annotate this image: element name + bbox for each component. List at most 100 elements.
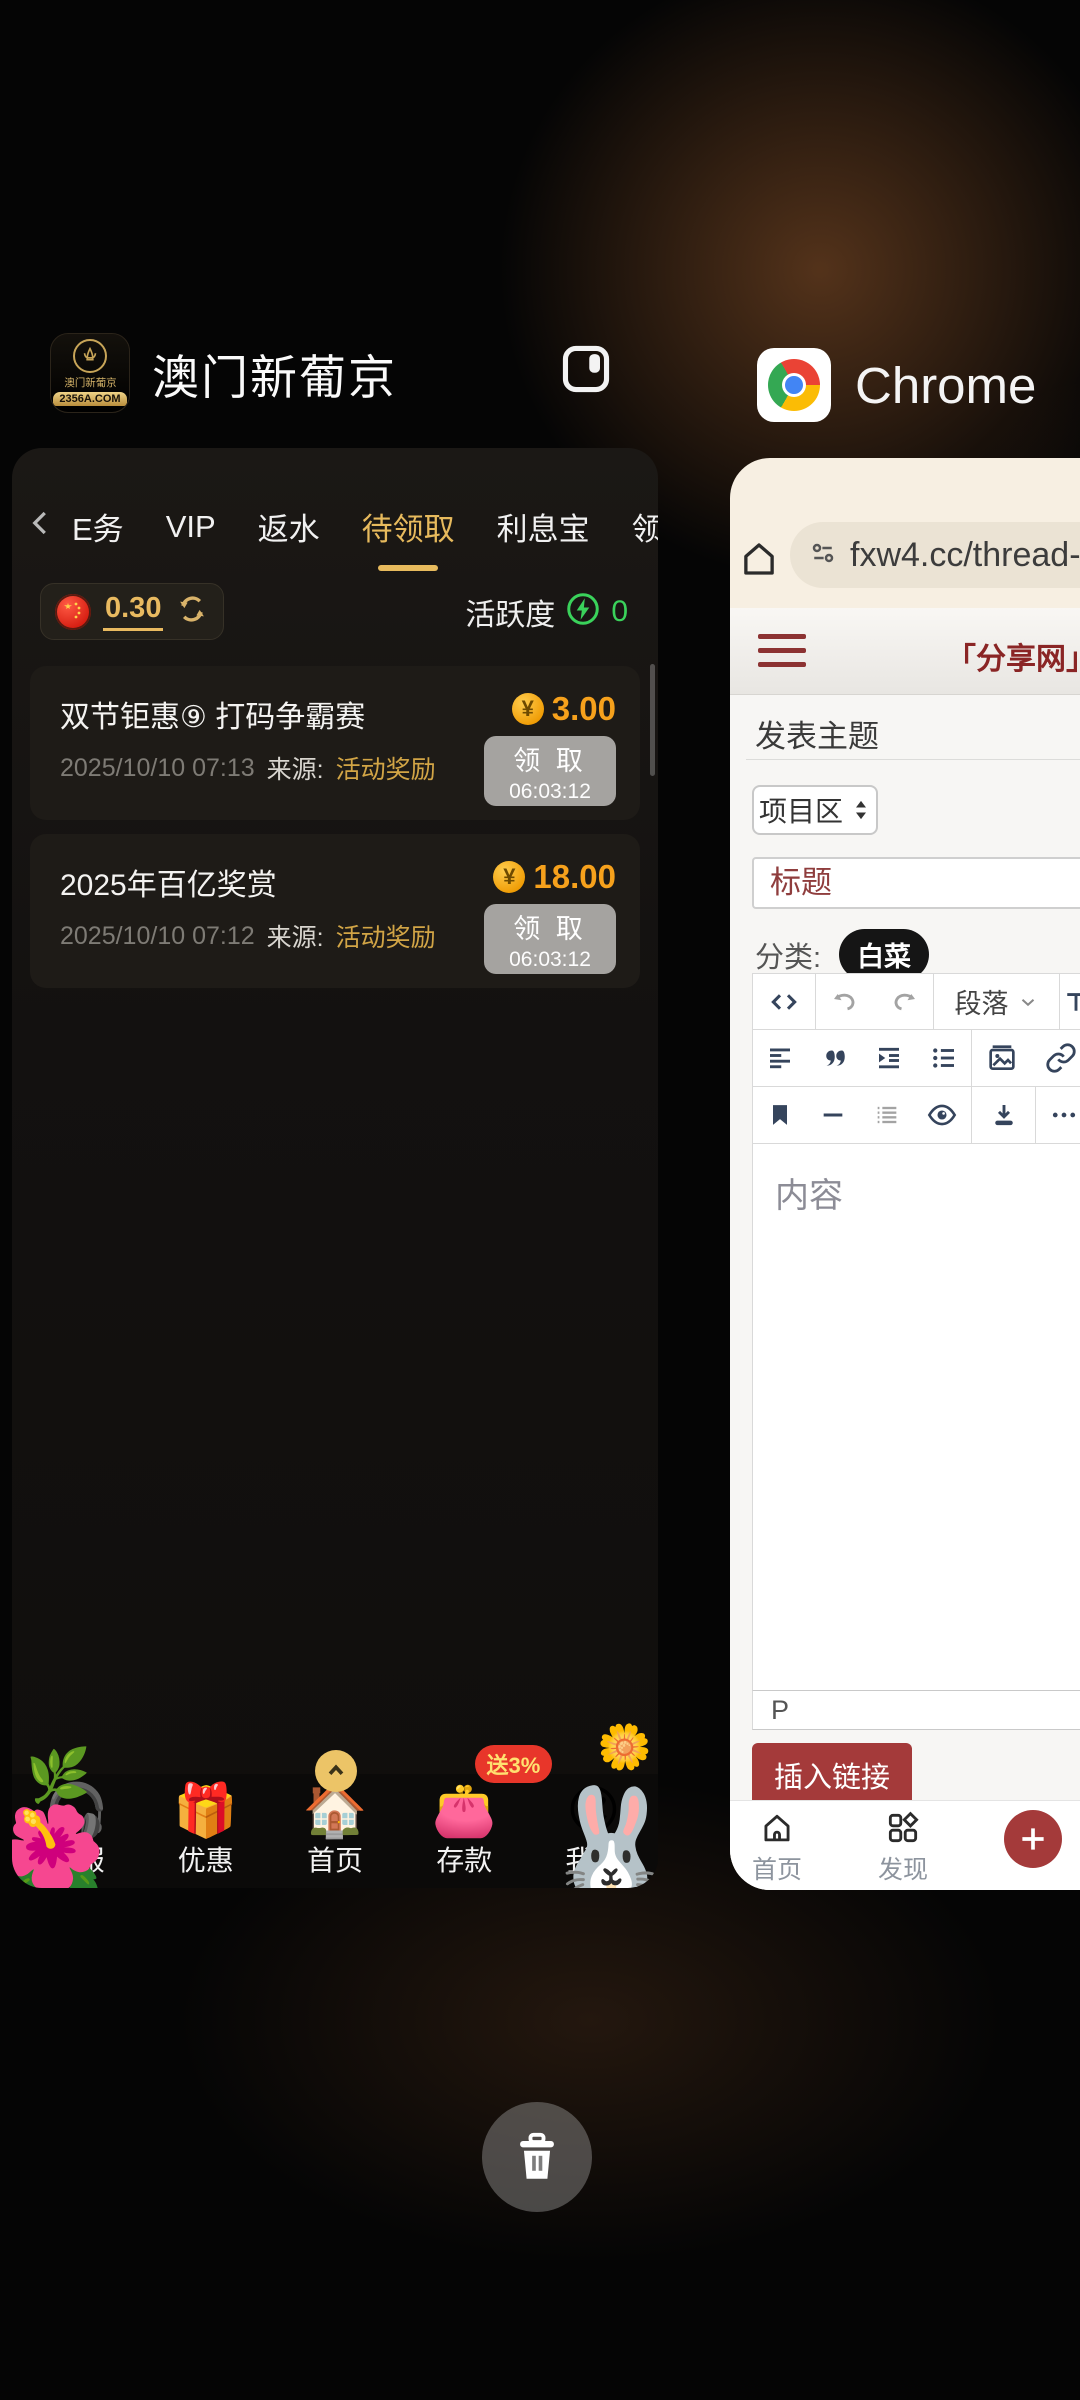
indent-icon[interactable] xyxy=(874,1043,904,1073)
site-settings-icon[interactable] xyxy=(808,538,838,573)
horizontal-rule-icon[interactable] xyxy=(819,1101,847,1129)
bullet-list-icon[interactable] xyxy=(929,1043,959,1073)
scrollbar[interactable] xyxy=(650,664,655,776)
refresh-icon[interactable] xyxy=(175,592,209,631)
right-app-title: Chrome xyxy=(855,356,1036,415)
coin-icon: ¥ xyxy=(512,693,544,725)
claim-label: 领 取 xyxy=(513,907,587,946)
reward-list: 双节钜惠⑨ 打码争霸赛 ¥ 3.00 2025/10/10 07:13 来源: … xyxy=(12,666,658,988)
site-title: 「分享网」项 xyxy=(946,634,1080,678)
recent-app-card-casino[interactable]: E务 VIP 返水 待领取 利息宝 领取记录 0.30 xyxy=(12,448,658,1888)
chrome-app-icon[interactable] xyxy=(757,348,831,422)
tab-interest[interactable]: 利息宝 xyxy=(497,504,590,549)
reward-item[interactable]: 2025年百亿奖赏 ¥ 18.00 2025/10/10 07:12 来源: 活… xyxy=(30,834,640,988)
tab-task[interactable]: E务 xyxy=(72,504,124,549)
url-text: fxw4.cc/thread-create xyxy=(850,536,1080,575)
flower-decoration: 🌼 xyxy=(597,1726,652,1770)
download-icon[interactable] xyxy=(972,1087,1036,1144)
forum-select[interactable]: 项目区 xyxy=(752,785,878,835)
activity-label: 活跃度 xyxy=(465,590,555,634)
reward-title: 2025年百亿奖赏 xyxy=(60,860,277,904)
toc-list-icon[interactable] xyxy=(873,1101,901,1129)
bookmark-icon[interactable] xyxy=(766,1101,794,1129)
insert-link-button[interactable]: 插入链接 xyxy=(752,1743,912,1807)
content-placeholder: 内容 xyxy=(775,1168,843,1217)
reward-date: 2025/10/10 07:13 xyxy=(60,754,255,783)
back-chevron-icon[interactable] xyxy=(26,506,56,548)
post-form: 发表主题 项目区 分类: 白菜 xyxy=(730,695,1080,1800)
code-view-button[interactable] xyxy=(752,973,816,1030)
new-post-button[interactable] xyxy=(1004,1810,1062,1868)
reward-title: 双节钜惠⑨ 打码争霸赛 xyxy=(60,692,365,736)
reward-meta: 2025/10/10 07:13 来源: 活动奖励 xyxy=(60,750,436,786)
reward-source-value: 活动奖励 xyxy=(336,750,436,786)
tab-claim-history[interactable]: 领取记录 xyxy=(632,504,658,549)
undo-icon[interactable] xyxy=(830,987,860,1017)
forum-select-value: 项目区 xyxy=(759,790,843,830)
activity-lightning-icon xyxy=(565,591,601,632)
url-bar[interactable]: fxw4.cc/thread-create xyxy=(790,522,1080,588)
url-bar-row: fxw4.cc/thread-create xyxy=(730,458,1080,608)
balance-amount: 0.30 xyxy=(103,592,163,631)
clear-all-trash-button[interactable] xyxy=(482,2102,592,2212)
left-app-header: 澳门新葡京 2356A.COM 澳门新葡京 xyxy=(50,333,397,413)
more-options-icon[interactable] xyxy=(1036,1087,1080,1144)
reward-amount: ¥ 18.00 xyxy=(493,858,616,896)
nav-label: 首页 xyxy=(752,1850,802,1886)
paragraph-label: 段落 xyxy=(955,982,1009,1021)
reward-item[interactable]: 双节钜惠⑨ 打码争霸赛 ¥ 3.00 2025/10/10 07:13 来源: … xyxy=(30,666,640,820)
nav-item-mine[interactable]: 😍 我的 xyxy=(529,1783,658,1879)
coin-icon: ¥ xyxy=(493,861,525,893)
claim-button[interactable]: 领 取 06:03:12 xyxy=(484,904,616,974)
recent-app-card-chrome[interactable]: fxw4.cc/thread-create 「分享网」项 发表主题 项目区 分类… xyxy=(730,458,1080,1890)
activity-value: 0 xyxy=(611,595,628,629)
content-editor[interactable]: 内容 xyxy=(752,1144,1080,1690)
reward-amount-value: 18.00 xyxy=(533,858,616,896)
reward-amount-value: 3.00 xyxy=(552,690,616,728)
title-input[interactable] xyxy=(752,857,1080,909)
reward-date: 2025/10/10 07:12 xyxy=(60,922,255,951)
align-left-icon[interactable] xyxy=(765,1043,795,1073)
deposit-bonus-badge: 送3% xyxy=(475,1745,553,1783)
form-title: 发表主题 xyxy=(755,711,879,756)
nav-label: 首页 xyxy=(307,1839,363,1879)
home-icon[interactable] xyxy=(738,538,780,585)
text-format-button[interactable] xyxy=(1060,973,1080,1030)
divider xyxy=(746,759,1080,760)
nav-item-support[interactable]: 🎧 客服 xyxy=(12,1783,141,1879)
heart-eyes-icon: 😍 xyxy=(566,1783,620,1839)
select-arrows-icon xyxy=(851,798,871,822)
menu-icon[interactable] xyxy=(758,634,806,667)
insert-link-icon[interactable] xyxy=(1045,1042,1077,1074)
reward-meta: 2025/10/10 07:12 来源: 活动奖励 xyxy=(60,918,436,954)
editor-toolbar: 段落 xyxy=(752,973,1080,1144)
home-outline-icon xyxy=(758,1809,796,1847)
left-app-icon[interactable]: 澳门新葡京 2356A.COM xyxy=(50,333,130,413)
nav-item-discover[interactable]: 发现 xyxy=(853,1809,953,1886)
tab-rebate[interactable]: 返水 xyxy=(258,504,320,549)
tab-vip[interactable]: VIP xyxy=(166,509,216,545)
category-label: 分类: xyxy=(755,934,821,976)
nav-item-home[interactable]: 🏠 首页 xyxy=(270,1783,399,1879)
balance-pill[interactable]: 0.30 xyxy=(40,583,224,640)
collapse-chevron-button[interactable] xyxy=(315,1750,357,1792)
insert-image-icon[interactable] xyxy=(986,1042,1018,1074)
claim-countdown: 06:03:12 xyxy=(509,948,591,972)
app-icon-domain: 2356A.COM xyxy=(53,392,126,406)
blockquote-icon[interactable] xyxy=(820,1043,850,1073)
preview-eye-icon[interactable] xyxy=(926,1099,958,1131)
claim-button[interactable]: 领 取 06:03:12 xyxy=(484,736,616,806)
tab-pending-claims[interactable]: 待领取 xyxy=(362,504,455,549)
nav-item-deposit[interactable]: 送3% 👛 存款 xyxy=(400,1783,529,1879)
redo-icon[interactable] xyxy=(889,987,919,1017)
reward-amount: ¥ 3.00 xyxy=(512,690,616,728)
chrome-logo-icon xyxy=(768,359,820,411)
activity-indicator: 活跃度 0 xyxy=(465,590,628,634)
reward-source-label: 来源: xyxy=(267,750,324,786)
nav-item-promos[interactable]: 🎁 优惠 xyxy=(141,1783,270,1879)
discover-grid-icon xyxy=(884,1809,922,1847)
split-screen-icon[interactable] xyxy=(558,341,614,400)
nav-item-forum-home[interactable]: 首页 xyxy=(730,1809,827,1886)
paragraph-style-select[interactable]: 段落 xyxy=(934,973,1060,1030)
nav-label: 我的 xyxy=(565,1839,621,1879)
